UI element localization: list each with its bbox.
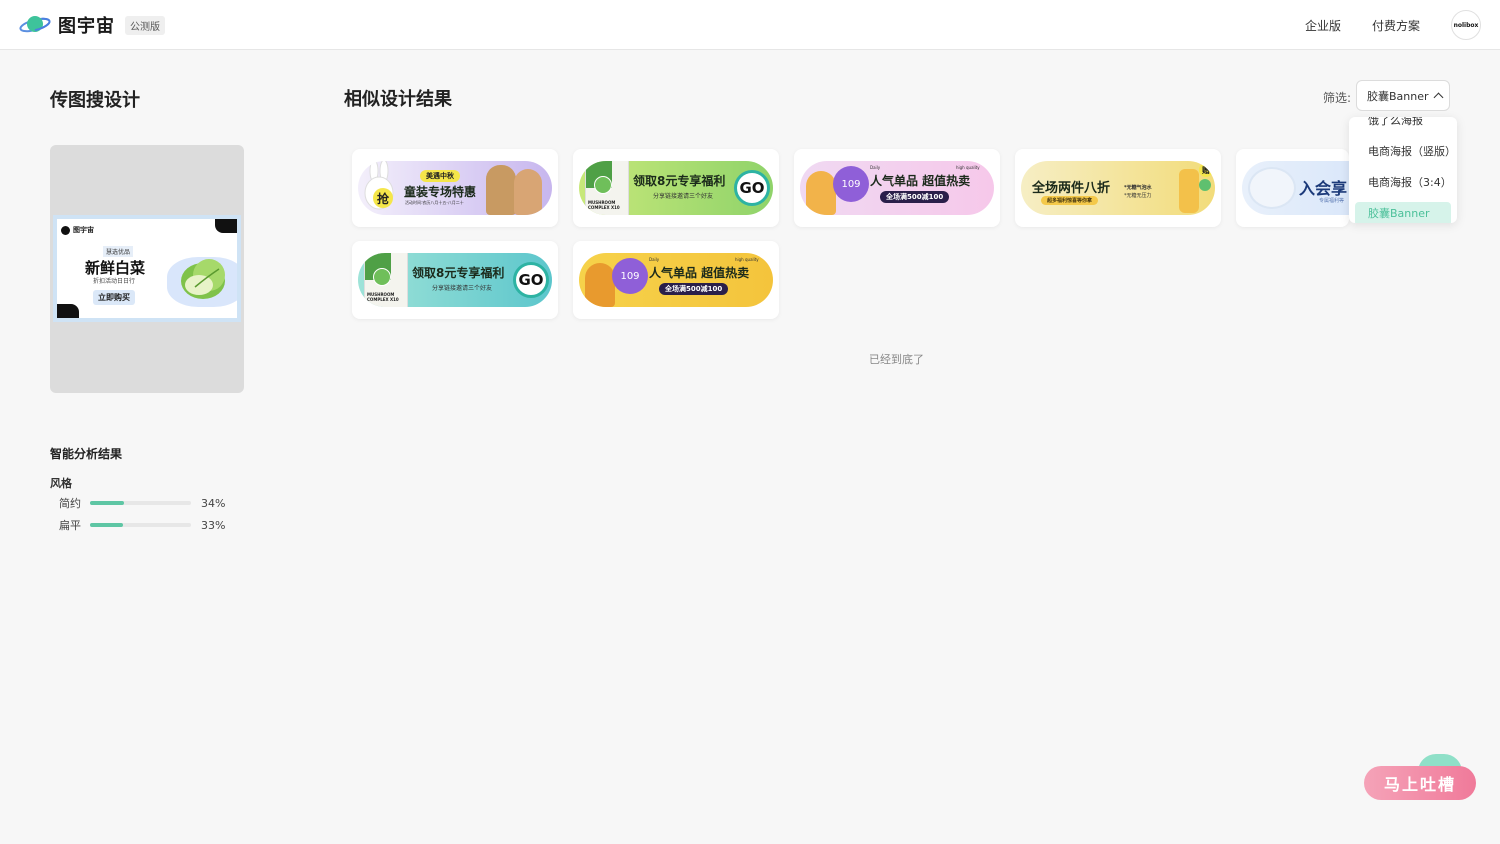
query-logo: 图宇宙 — [61, 225, 94, 235]
dropdown-item[interactable]: 电商海报（3:4） — [1349, 171, 1457, 195]
metric-bar — [90, 501, 191, 505]
query-title: 新鲜白菜 — [85, 259, 146, 277]
child-photo — [514, 169, 542, 215]
app-name: 图宇宙 — [58, 16, 115, 37]
upload-image-box[interactable]: 图宇宙 慧选优品 新鲜白菜 折扣活动日日行 立即购买 — [50, 145, 244, 393]
result-card[interactable]: 抢 美遇中秋 童装专场特惠 活动时间:农历八月十五-八月二十 — [352, 149, 558, 227]
planet-logo-icon — [19, 16, 51, 33]
go-badge: GO — [513, 262, 549, 298]
banner-title: 人气单品 超值热卖 — [649, 266, 750, 280]
child-photo — [585, 263, 615, 307]
result-card[interactable]: MUSHROOM COMPLEX X10 领取8元专享福利 分享链接邀请三个好友… — [352, 241, 558, 319]
note-line: *无糖无压力 — [1124, 193, 1152, 199]
flower-decoration — [1199, 179, 1211, 191]
banner-title: 领取8元专享福利 — [633, 174, 726, 188]
banner-subtitle: 活动时间:农历八月十五-八月二十 — [405, 200, 464, 205]
top-header: 图宇宙 公测版 企业版 付费方案 nolibox — [0, 0, 1500, 50]
price-badge: 109 — [833, 166, 869, 202]
chevron-up-icon — [1433, 92, 1443, 103]
filter-select[interactable]: 胶囊Banner — [1356, 80, 1450, 111]
results-title: 相似设计结果 — [344, 89, 452, 110]
metric-row: 扁平 33% — [59, 518, 226, 533]
banner-tag: 美遇中秋 — [420, 170, 460, 182]
metric-name: 扁平 — [59, 519, 81, 532]
banner-title: 童装专场特惠 — [404, 185, 477, 199]
query-tag: 慧选优品 — [103, 246, 134, 257]
product-box: MUSHROOM COMPLEX X10 — [585, 161, 629, 215]
filter-dropdown: 饿了么海报 电商海报（竖版） 电商海报（3:4） 胶囊Banner — [1349, 117, 1457, 223]
dropdown-item[interactable]: 电商海报（竖版） — [1349, 140, 1457, 164]
banner-subtitle: 专属福利等 — [1319, 198, 1345, 204]
price-badge: 109 — [612, 258, 648, 294]
daily-label: Daily — [870, 165, 881, 170]
query-image: 图宇宙 慧选优品 新鲜白菜 折扣活动日日行 立即购买 — [53, 215, 241, 322]
cabbage-icon — [181, 259, 225, 299]
product-box: MUSHROOM COMPLEX X10 — [364, 253, 408, 307]
drink-can — [1179, 169, 1199, 213]
query-subtitle: 折扣活动日日行 — [93, 278, 136, 285]
result-card[interactable]: 入会享 专属福利等 — [1236, 149, 1349, 227]
banner-image: 109 Daily high quality 人气单品 超值热卖 全场满500减… — [579, 253, 773, 307]
avatar[interactable]: nolibox — [1451, 10, 1481, 40]
child-photo — [486, 165, 516, 215]
banner-image: 抢 美遇中秋 童装专场特惠 活动时间:农历八月十五-八月二十 — [358, 161, 552, 215]
logo-icon — [61, 225, 70, 235]
feedback-button[interactable]: 马上吐槽 — [1364, 766, 1476, 800]
result-card[interactable]: MUSHROOM COMPLEX X10 领取8元专享福利 分享链接邀请三个好友… — [573, 149, 779, 227]
style-label: 风格 — [50, 477, 72, 490]
banner-title: 全场两件八折 — [1032, 181, 1111, 196]
metric-bar — [90, 523, 191, 527]
metric-value: 34% — [201, 496, 226, 510]
end-of-results: 已经到底了 — [869, 353, 924, 366]
product-image — [1248, 167, 1296, 209]
banner-image: MUSHROOM COMPLEX X10 领取8元专享福利 分享链接邀请三个好友… — [358, 253, 552, 307]
go-badge: GO — [734, 170, 770, 206]
note-line: *无糖气泡水 — [1124, 185, 1152, 191]
nav-enterprise[interactable]: 企业版 — [1305, 17, 1341, 34]
dropdown-item[interactable]: 饿了么海报 — [1349, 117, 1457, 133]
banner-image: 全场两件八折 超多福利惊喜等你拿 *无糖气泡水 *无糖无压力 赠 — [1021, 161, 1215, 215]
query-button: 立即购买 — [93, 290, 135, 305]
result-card[interactable]: 109 Daily high quality 人气单品 超值热卖 全场满500减… — [794, 149, 1000, 227]
dropdown-item-selected[interactable]: 胶囊Banner — [1355, 202, 1451, 223]
metric-value: 33% — [201, 518, 226, 532]
logo[interactable]: 图宇宙 公测版 — [18, 12, 165, 38]
banner-title: 入会享 — [1299, 179, 1348, 198]
child-photo — [806, 171, 836, 215]
nav-pricing[interactable]: 付费方案 — [1372, 17, 1420, 34]
daily-label: Daily — [649, 257, 660, 262]
result-card[interactable]: 109 Daily high quality 人气单品 超值热卖 全场满500减… — [573, 241, 779, 319]
banner-subtitle: 分享链接邀请三个好友 — [653, 193, 714, 200]
banner-image: MUSHROOM COMPLEX X10 领取8元专享福利 分享链接邀请三个好友… — [579, 161, 773, 215]
filter-label: 筛选: — [1323, 91, 1352, 105]
banner-subtitle: 超多福利惊喜等你拿 — [1041, 196, 1099, 205]
corner-decoration — [57, 304, 79, 318]
filter-value: 胶囊Banner — [1367, 89, 1429, 103]
analysis-title: 智能分析结果 — [50, 447, 123, 461]
quality-label: high quality — [735, 257, 759, 262]
result-card[interactable]: 全场两件八折 超多福利惊喜等你拿 *无糖气泡水 *无糖无压力 赠 — [1015, 149, 1221, 227]
banner-subtitle: 分享链接邀请三个好友 — [432, 285, 493, 292]
quality-label: high quality — [956, 165, 980, 170]
gift-badge: 赠 — [1199, 163, 1213, 177]
banner-image: 109 Daily high quality 人气单品 超值热卖 全场满500减… — [800, 161, 994, 215]
banner-title: 人气单品 超值热卖 — [870, 174, 971, 188]
metric-row: 简约 34% — [59, 496, 226, 511]
upload-search-title: 传图搜设计 — [50, 90, 140, 111]
discount-pill: 全场满500减100 — [659, 283, 729, 295]
discount-pill: 全场满500减100 — [880, 191, 950, 203]
banner-image: 入会享 专属福利等 — [1242, 161, 1349, 215]
corner-decoration — [215, 219, 237, 233]
metric-name: 简约 — [59, 497, 81, 510]
grab-badge: 抢 — [373, 188, 393, 208]
beta-badge: 公测版 — [125, 15, 165, 35]
banner-title: 领取8元专享福利 — [412, 266, 505, 280]
